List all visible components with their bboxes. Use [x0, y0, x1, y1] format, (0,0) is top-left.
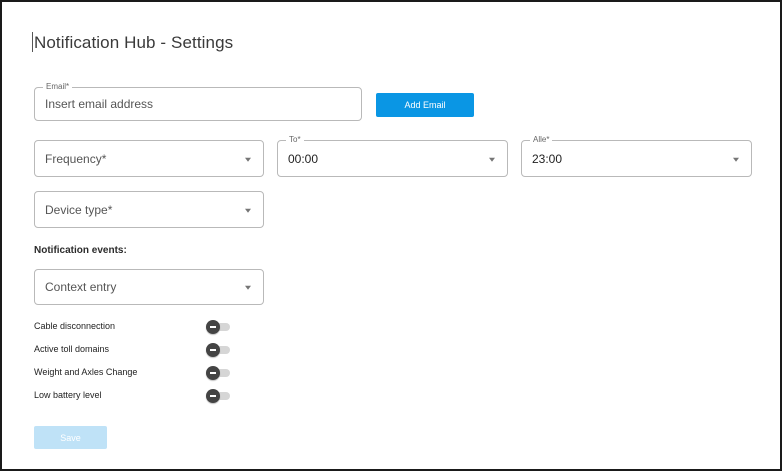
chevron-down-icon [245, 285, 251, 290]
active-toll-domains-toggle[interactable] [206, 343, 232, 357]
toggle-thumb [206, 389, 220, 403]
email-field[interactable]: Email* Insert email address [34, 81, 362, 121]
event-row-active-toll-domains: Active toll domains [34, 343, 234, 357]
email-placeholder: Insert email address [45, 97, 154, 111]
device-type-placeholder: Device type* [45, 202, 113, 217]
alle-time-label: Alle* [530, 134, 553, 146]
alle-time-value: 23:00 [532, 151, 563, 166]
chevron-down-icon [245, 208, 251, 213]
event-row-low-battery-level: Low battery level [34, 389, 234, 403]
context-entry-select[interactable]: Context entry [34, 269, 264, 305]
chevron-down-icon [489, 157, 495, 162]
to-time-value: 00:00 [288, 151, 319, 166]
event-label: Weight and Axles Change [34, 367, 138, 377]
email-field-label: Email* [43, 81, 73, 93]
event-row-cable-disconnection: Cable disconnection [34, 320, 234, 334]
settings-window: Notification Hub - Settings Email* Inser… [0, 0, 782, 471]
text-cursor [32, 32, 33, 52]
device-type-select[interactable]: Device type* [34, 191, 264, 228]
alle-time-select[interactable]: Alle* 23:00 [521, 134, 752, 177]
toggle-thumb [206, 366, 220, 380]
event-label: Active toll domains [34, 344, 110, 354]
toggle-thumb [206, 343, 220, 357]
context-entry-placeholder: Context entry [45, 280, 117, 294]
page-title: Notification Hub - Settings [34, 33, 234, 52]
toggle-thumb [206, 320, 220, 334]
weight-axles-change-toggle[interactable] [206, 366, 232, 380]
low-battery-level-toggle[interactable] [206, 389, 232, 403]
chevron-down-icon [733, 157, 739, 162]
notification-events-heading: Notification events: [34, 245, 127, 256]
event-row-weight-axles-change: Weight and Axles Change [34, 366, 234, 380]
event-label: Cable disconnection [34, 321, 116, 331]
save-button[interactable]: Save [34, 426, 107, 449]
to-time-label: To* [286, 134, 304, 146]
add-email-button[interactable]: Add Email [376, 93, 474, 117]
frequency-placeholder: Frequency* [45, 151, 107, 166]
frequency-select[interactable]: Frequency* [34, 140, 264, 177]
chevron-down-icon [245, 157, 251, 162]
to-time-select[interactable]: To* 00:00 [277, 134, 508, 177]
event-label: Low battery level [34, 390, 102, 400]
cable-disconnection-toggle[interactable] [206, 320, 232, 334]
